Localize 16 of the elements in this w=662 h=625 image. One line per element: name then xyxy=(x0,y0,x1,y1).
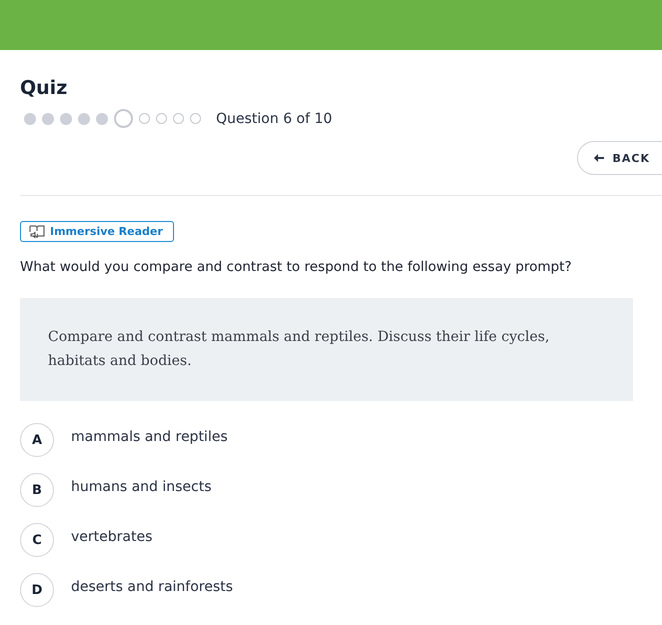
answer-text[interactable]: mammals and reptiles xyxy=(71,429,228,445)
answer-letter[interactable]: A xyxy=(20,423,54,457)
answer-letter[interactable]: B xyxy=(20,473,54,507)
answer-text[interactable]: deserts and rainforests xyxy=(71,579,233,595)
arrow-left-icon xyxy=(594,154,604,162)
answer-letter[interactable]: D xyxy=(20,573,54,607)
answer-text[interactable]: vertebrates xyxy=(71,529,152,545)
prompt-text: Compare and contrast mammals and reptiles. Discuss their life cycles, habitats and bodies. xyxy=(48,328,550,371)
quiz-title: Quiz xyxy=(20,76,68,100)
immersive-reader-button[interactable]: Immersive Reader xyxy=(20,221,174,242)
back-button[interactable]: BACK xyxy=(576,141,662,175)
answer-text[interactable]: humans and insects xyxy=(71,479,212,495)
progress-label: Question 6 of 10 xyxy=(216,110,332,126)
book-speaker-icon xyxy=(29,224,45,238)
question-text: What would you compare and contrast to respond to the following essay prompt? xyxy=(20,259,573,275)
answer-letter[interactable]: C xyxy=(20,523,54,557)
